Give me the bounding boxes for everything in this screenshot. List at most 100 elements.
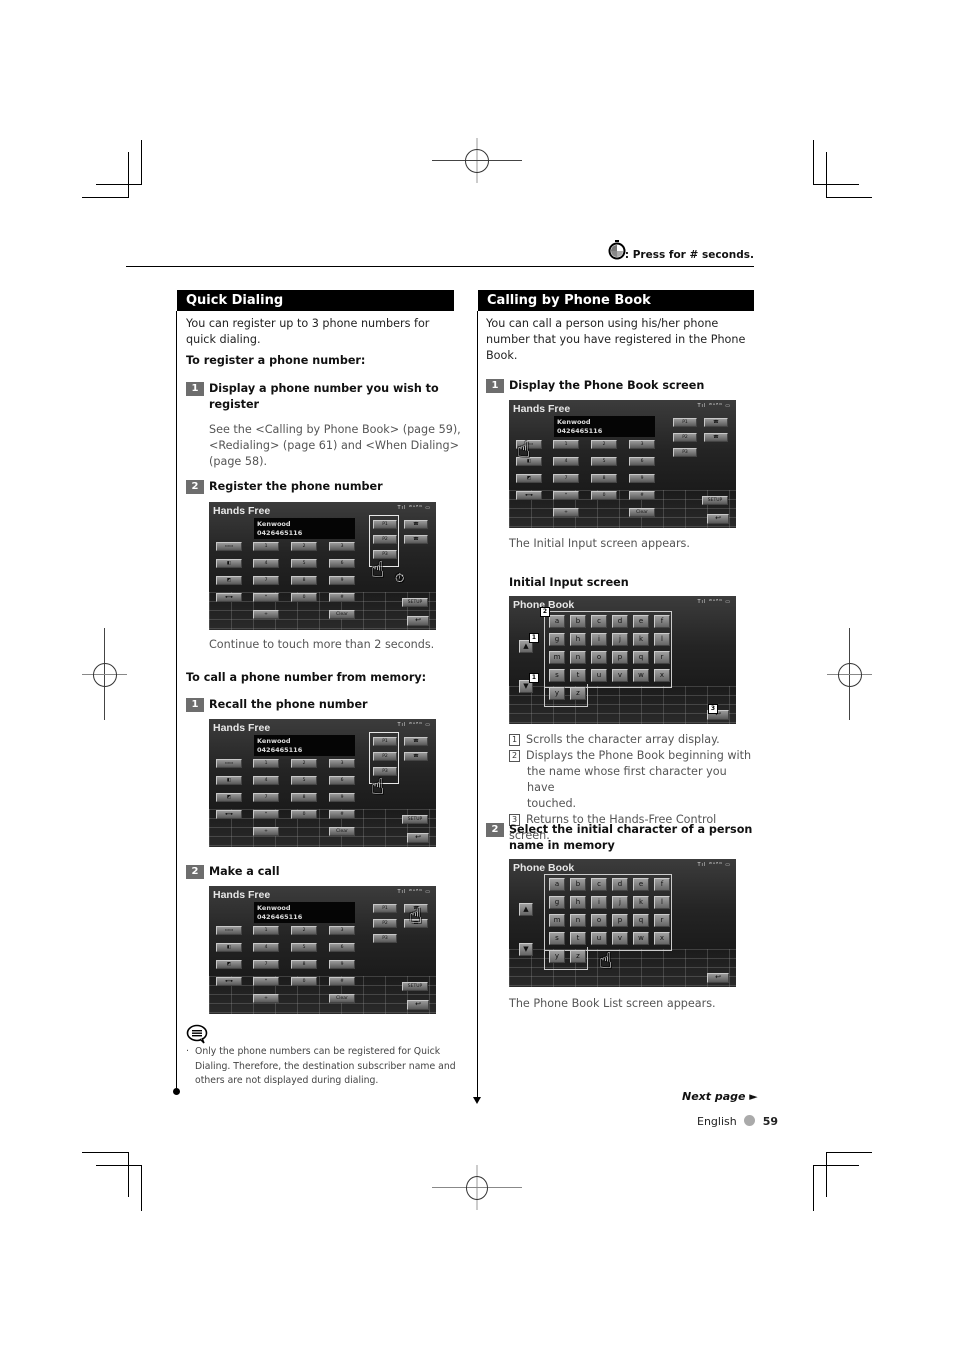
letter-key[interactable]: m [549, 651, 565, 664]
keypad-key[interactable]: + [553, 508, 579, 517]
keypad-key[interactable]: 4 [553, 457, 579, 466]
letter-key[interactable]: k [633, 633, 649, 646]
keypad-key[interactable]: # [329, 593, 355, 602]
keypad-key[interactable]: 8 [591, 474, 617, 483]
keypad-key[interactable]: 9 [629, 474, 655, 483]
keypad-key[interactable]: * [253, 593, 279, 602]
keypad-key[interactable]: 5 [591, 457, 617, 466]
next-page-link[interactable]: Next page ► [682, 1090, 758, 1103]
incoming-log-button[interactable]: ◩ [216, 960, 242, 969]
letter-key[interactable]: o [591, 914, 607, 927]
incoming-log-button[interactable]: ◩ [216, 576, 242, 585]
keypad-key[interactable]: 6 [329, 559, 355, 568]
letter-key[interactable]: p [612, 651, 628, 664]
letter-key[interactable]: d [612, 615, 628, 628]
keypad-key[interactable]: 4 [253, 943, 279, 952]
keypad-key[interactable]: 2 [591, 440, 617, 449]
preset-button[interactable]: P3 [373, 934, 397, 943]
keypad-key[interactable]: 0 [291, 977, 317, 986]
incoming-log-button[interactable]: ◩ [516, 474, 542, 483]
keypad-key[interactable]: 2 [291, 759, 317, 768]
keypad-key[interactable]: * [253, 810, 279, 819]
return-button[interactable]: ↩ [707, 514, 729, 524]
keypad-key[interactable]: 1 [553, 440, 579, 449]
keypad-key[interactable]: 0 [291, 593, 317, 602]
keypad-key[interactable]: 0 [291, 810, 317, 819]
return-button[interactable]: ↩ [707, 973, 729, 983]
letter-key[interactable]: r [654, 651, 670, 664]
keypad-key[interactable]: + [253, 827, 279, 836]
keypad-key[interactable]: Clear [329, 994, 355, 1003]
keypad-key[interactable]: # [629, 491, 655, 500]
letter-key[interactable]: m [549, 914, 565, 927]
keypad-key[interactable]: 8 [291, 576, 317, 585]
preset-button[interactable]: P2 [373, 919, 397, 928]
keypad-key[interactable]: 5 [291, 776, 317, 785]
keypad-key[interactable]: 7 [253, 960, 279, 969]
hang-up-button[interactable]: ☎ [704, 433, 728, 442]
letter-key[interactable]: c [591, 615, 607, 628]
keypad-key[interactable]: 8 [291, 960, 317, 969]
setup-button[interactable]: SETUP [402, 982, 428, 991]
letter-key[interactable]: e [633, 615, 649, 628]
letter-key[interactable]: g [549, 633, 565, 646]
keypad-key[interactable]: 6 [629, 457, 655, 466]
letter-key[interactable]: u [591, 932, 607, 945]
letter-key[interactable]: g [549, 896, 565, 909]
keypad-key[interactable]: * [253, 977, 279, 986]
letter-key[interactable]: x [654, 932, 670, 945]
letter-key[interactable]: n [570, 651, 586, 664]
keypad-key[interactable]: 7 [253, 793, 279, 802]
letter-key[interactable]: a [549, 878, 565, 891]
keypad-key[interactable]: 3 [329, 926, 355, 935]
keypad-key[interactable]: # [329, 810, 355, 819]
letter-key[interactable]: a [549, 615, 565, 628]
preset-button[interactable]: P3 [673, 448, 697, 457]
letter-key[interactable]: z [570, 687, 586, 700]
letter-key[interactable]: z [570, 950, 586, 963]
keypad-key[interactable]: 5 [291, 943, 317, 952]
keypad-key[interactable]: * [553, 491, 579, 500]
letter-key[interactable]: b [570, 615, 586, 628]
setup-button[interactable]: SETUP [402, 815, 428, 824]
return-button[interactable]: ↩ [407, 616, 429, 626]
keypad-key[interactable]: Clear [629, 508, 655, 517]
letter-key[interactable]: i [591, 633, 607, 646]
keypad-key[interactable]: 3 [329, 759, 355, 768]
keypad-key[interactable]: Clear [329, 827, 355, 836]
letter-key[interactable]: y [549, 950, 565, 963]
letter-key[interactable]: c [591, 878, 607, 891]
voice-transfer-button[interactable]: ◂↔▸ [516, 491, 542, 500]
redial-button[interactable]: ◧ [216, 559, 242, 568]
setup-button[interactable]: SETUP [402, 598, 428, 607]
letter-key[interactable]: q [633, 914, 649, 927]
letter-key[interactable]: p [612, 914, 628, 927]
letter-key[interactable]: s [549, 669, 565, 682]
phonebook-button[interactable]: ▭▭ [216, 926, 242, 935]
letter-key[interactable]: u [591, 669, 607, 682]
letter-key[interactable]: y [549, 687, 565, 700]
hang-up-button[interactable]: ☎ [404, 752, 428, 761]
call-button[interactable]: ☎ [404, 737, 428, 746]
keypad-key[interactable]: 6 [329, 943, 355, 952]
keypad-key[interactable]: 1 [253, 926, 279, 935]
letter-key[interactable]: t [570, 669, 586, 682]
letter-key[interactable]: h [570, 633, 586, 646]
letter-key[interactable]: q [633, 651, 649, 664]
keypad-key[interactable]: 4 [253, 776, 279, 785]
letter-key[interactable]: e [633, 878, 649, 891]
hang-up-button[interactable]: ☎ [404, 535, 428, 544]
keypad-key[interactable]: + [253, 610, 279, 619]
letter-key[interactable]: i [591, 896, 607, 909]
scroll-down-button[interactable]: ▼ [519, 943, 533, 956]
keypad-key[interactable]: 9 [329, 793, 355, 802]
setup-button[interactable]: SETUP [702, 496, 728, 505]
redial-button[interactable]: ◧ [216, 776, 242, 785]
keypad-key[interactable]: 2 [291, 542, 317, 551]
redial-button[interactable]: ◧ [216, 943, 242, 952]
letter-key[interactable]: w [633, 669, 649, 682]
letter-key[interactable]: f [654, 615, 670, 628]
preset-button[interactable]: P1 [373, 904, 397, 913]
voice-transfer-button[interactable]: ◂↔▸ [216, 977, 242, 986]
keypad-key[interactable]: 8 [291, 793, 317, 802]
